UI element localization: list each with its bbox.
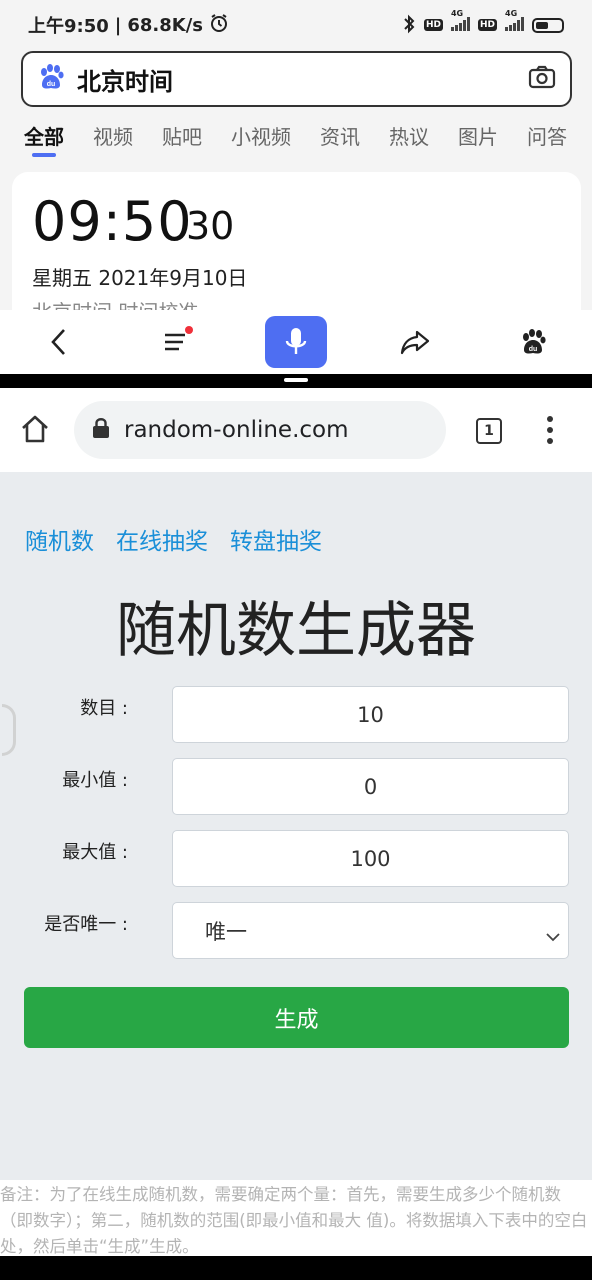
tab-all[interactable]: 全部	[24, 113, 64, 157]
home-icon[interactable]	[20, 414, 50, 448]
svg-text:du: du	[47, 81, 56, 88]
more-options-icon[interactable]	[540, 414, 560, 446]
lock-icon[interactable]	[92, 417, 110, 443]
url-text[interactable]: random-online.com	[124, 417, 349, 443]
microphone-icon	[285, 328, 307, 354]
camera-icon[interactable]	[528, 65, 556, 93]
clock-time: 09:50	[32, 190, 193, 253]
clock-date: 星期五 2021年9月10日	[32, 266, 248, 290]
site-nav: 随机数 在线抽奖 转盘抽奖	[25, 522, 322, 556]
page-title: 随机数生成器	[116, 596, 476, 666]
battery-icon	[532, 17, 564, 33]
signal-icon-2: 4G	[505, 9, 524, 34]
baidu-logo-icon: du	[37, 63, 65, 95]
nav-link-random-number[interactable]: 随机数	[25, 522, 94, 556]
clock-seconds: 30	[186, 204, 235, 248]
search-query[interactable]: 北京时间	[77, 62, 173, 97]
count-label: 数目 :	[80, 698, 128, 719]
max-label: 最大值 :	[62, 842, 128, 863]
usage-note: 备注：为了在线生成随机数，需要确定两个量：首先，需要生成多少个随机数（即数字）；…	[0, 1180, 592, 1256]
tab-images[interactable]: 图片	[458, 113, 498, 150]
tab-video[interactable]: 视频	[93, 113, 133, 150]
hd-badge-2: HD	[477, 19, 497, 31]
unique-select[interactable]: 唯一	[172, 902, 569, 959]
max-row: 最大值 : 100	[0, 830, 592, 888]
max-input[interactable]: 100	[172, 830, 569, 887]
status-bar: 上午9:50 | 68.8K/s HD 4G HD 4G	[0, 0, 592, 50]
alarm-icon	[209, 13, 229, 38]
signal-icon-1: 4G	[450, 9, 470, 34]
tab-tieba[interactable]: 贴吧	[162, 113, 202, 150]
baidu-paw-icon: du	[523, 329, 546, 354]
generate-button[interactable]: 生成	[24, 987, 569, 1048]
bluetooth-icon	[402, 14, 416, 37]
unique-label: 是否唯一 :	[44, 914, 128, 935]
system-nav-bar	[0, 1256, 592, 1280]
search-box[interactable]: du 北京时间	[21, 51, 572, 107]
baidu-app: 上午9:50 | 68.8K/s HD 4G HD 4G du 北京时间 全部 …	[0, 0, 592, 374]
status-time: 上午9:50	[28, 16, 109, 37]
voice-search-button[interactable]	[265, 316, 327, 368]
min-input[interactable]: 0	[172, 758, 569, 815]
split-screen-divider[interactable]	[0, 374, 592, 388]
notification-dot	[185, 326, 193, 334]
back-icon	[51, 329, 65, 355]
nav-link-wheel[interactable]: 转盘抽奖	[230, 522, 322, 556]
url-bar[interactable]: random-online.com	[74, 401, 446, 459]
search-tabs: 全部 视频 贴吧 小视频 资讯 热议 图片 问答	[0, 113, 592, 161]
min-label: 最小值 :	[62, 770, 128, 791]
tab-qa[interactable]: 问答	[527, 113, 567, 150]
tab-news[interactable]: 资讯	[320, 113, 360, 150]
web-page: 随机数 在线抽奖 转盘抽奖 随机数生成器 数目 : 10 最小值 : 0 最大值…	[0, 472, 592, 1180]
tab-short-video[interactable]: 小视频	[231, 113, 291, 150]
tab-switcher-button[interactable]: 1	[476, 418, 502, 444]
status-speed: 68.8K/s	[127, 14, 204, 36]
count-row: 数目 : 10	[0, 686, 592, 744]
back-button[interactable]	[29, 316, 89, 368]
share-button[interactable]	[385, 316, 445, 368]
min-row: 最小值 : 0	[0, 758, 592, 816]
chevron-down-icon	[546, 923, 560, 947]
unique-select-value: 唯一	[205, 919, 247, 944]
baidu-home-button[interactable]: du	[503, 316, 563, 368]
browser-toolbar: random-online.com 1	[0, 388, 592, 472]
svg-text:du: du	[529, 346, 538, 353]
menu-button[interactable]	[147, 316, 207, 368]
divider-handle[interactable]	[284, 378, 308, 382]
unique-row: 是否唯一 : 唯一	[0, 902, 592, 960]
baidu-bottom-bar: du	[0, 310, 592, 374]
nav-link-lottery[interactable]: 在线抽奖	[116, 522, 208, 556]
tab-discussion[interactable]: 热议	[389, 113, 429, 150]
share-icon	[400, 330, 430, 355]
hd-badge: HD	[423, 19, 443, 31]
clock-card: 09:50 30 星期五 2021年9月10日 北京时间 时间校准	[12, 172, 581, 332]
count-input[interactable]: 10	[172, 686, 569, 743]
